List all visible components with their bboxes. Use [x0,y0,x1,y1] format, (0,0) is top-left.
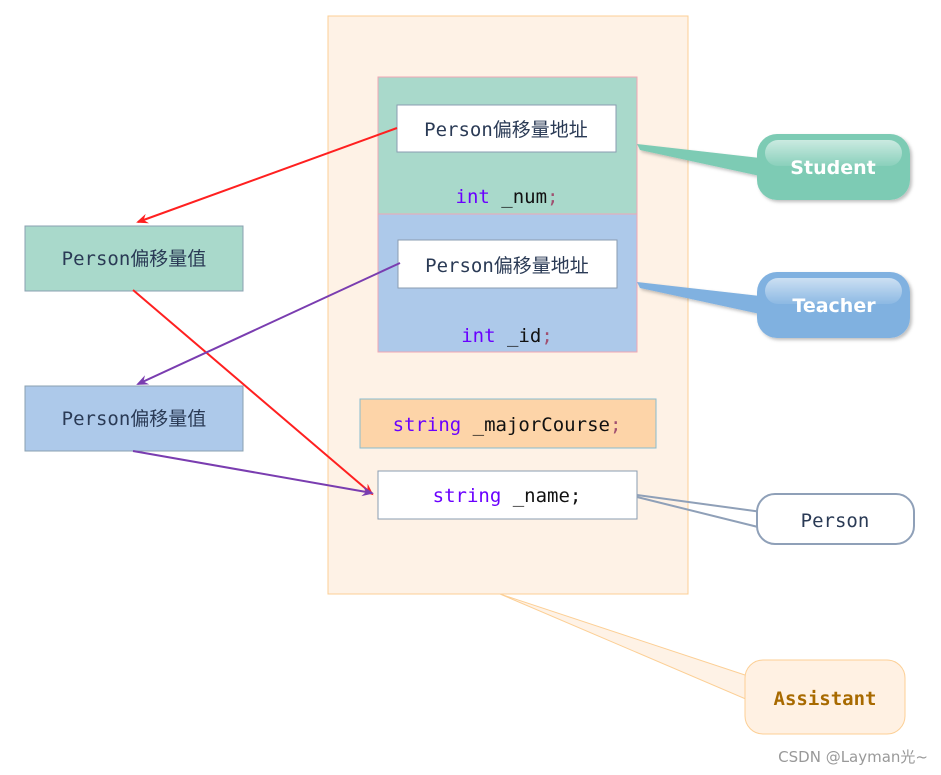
person-callout-label: Person [801,510,870,532]
teacher-offset-label: Person偏移量值 [62,408,207,430]
major-course-member: string _majorCourse; [393,414,622,436]
teacher-callout-label: Teacher [792,295,876,317]
teacher-vbptr-label: Person偏移量地址 [425,255,589,277]
student-member: int _num; [456,186,559,208]
student-callout-label: Student [790,157,875,179]
virtual-inheritance-diagram: Person偏移量地址 int _num; Person偏移量地址 int _i… [24,15,928,766]
student-offset-label: Person偏移量值 [62,248,207,270]
assistant-callout-label: Assistant [774,688,877,710]
watermark: CSDN @Layman光~ [778,748,928,766]
student-vbptr-label: Person偏移量地址 [424,119,588,141]
person-name-member: string _name; [433,485,582,507]
assistant-callout [499,593,906,735]
teacher-member: int _id; [461,325,553,347]
